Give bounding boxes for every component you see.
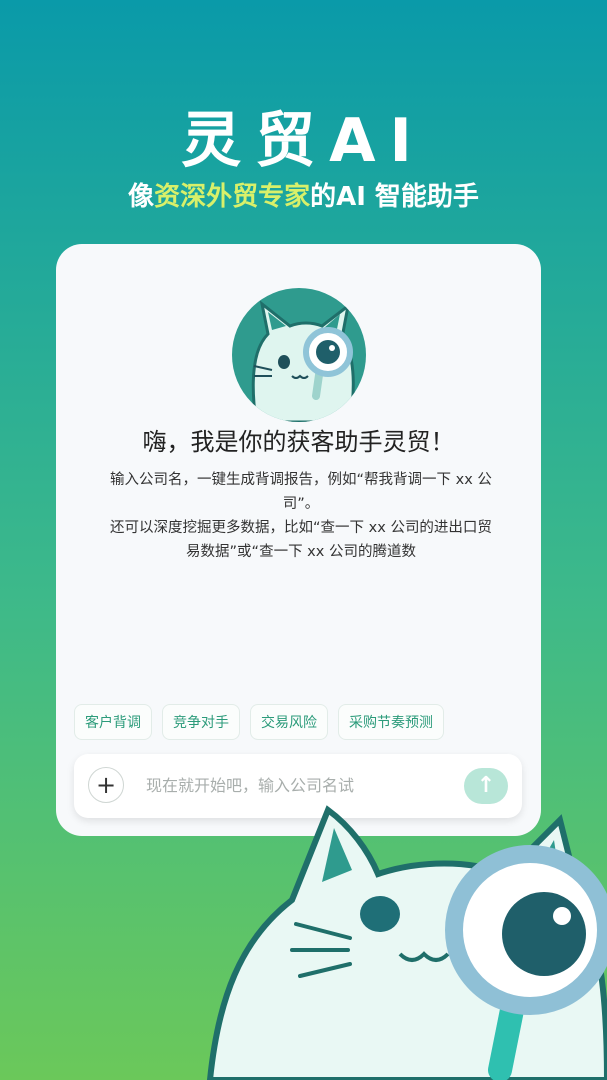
- desc-line-1: 输入公司名，一键生成背调报告，例如“帮我背调一下 xx 公司”。: [110, 472, 492, 512]
- chip-customer-check[interactable]: 客户背调: [74, 704, 152, 740]
- app-title: 灵贸AI: [181, 106, 426, 176]
- plus-icon[interactable]: +: [88, 767, 124, 803]
- mascot-illustration-icon: [206, 805, 607, 1080]
- app-subtitle: 像资深外贸专家的AI 智能助手: [0, 176, 607, 213]
- subtitle-highlight: 资深外贸专家: [154, 182, 311, 212]
- subtitle-suffix: 的AI 智能助手: [310, 182, 479, 212]
- mascot-avatar-icon: [232, 288, 366, 422]
- desc-line-2: 还可以深度挖掘更多数据，比如“查一下 xx 公司的进出口贸易数据”或“查一下 x…: [110, 520, 492, 560]
- description: 输入公司名，一键生成背调报告，例如“帮我背调一下 xx 公司”。 还可以深度挖掘…: [106, 468, 496, 564]
- subtitle-prefix: 像: [128, 182, 155, 212]
- quick-action-chips: 客户背调 竞争对手 交易风险 采购节奏预测: [74, 704, 524, 740]
- greeting-text: 嗨，我是你的获客助手灵贸！: [142, 428, 455, 456]
- chip-purchase-forecast[interactable]: 采购节奏预测: [338, 704, 444, 740]
- chip-competitors[interactable]: 竞争对手: [162, 704, 240, 740]
- chip-trade-risk[interactable]: 交易风险: [250, 704, 328, 740]
- chat-card: 嗨，我是你的获客助手灵贸！ 输入公司名，一键生成背调报告，例如“帮我背调一下 x…: [56, 244, 541, 836]
